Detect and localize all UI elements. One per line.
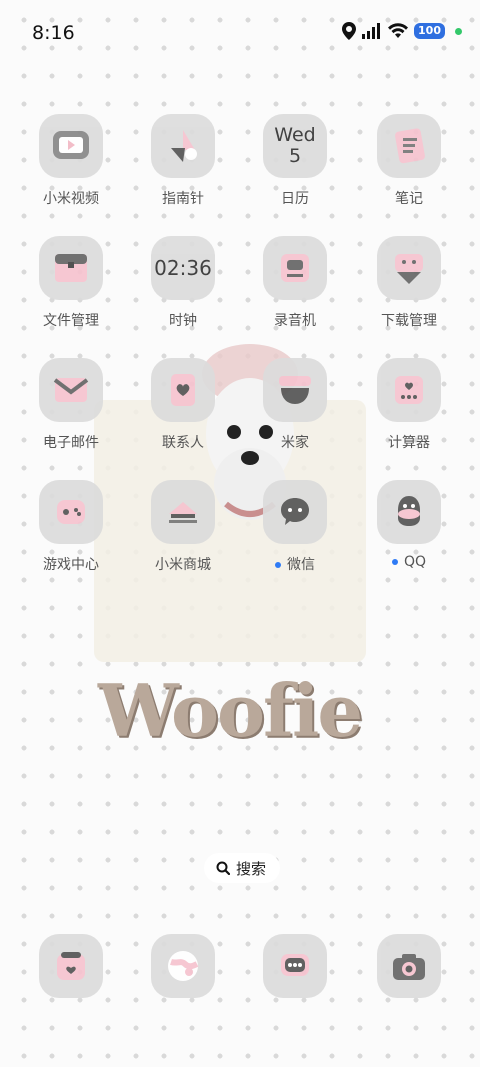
app-label: 录音机 [274,313,316,329]
battery-indicator: 100 [414,23,445,39]
search-icon [216,861,230,875]
woofie-letters: Woofie [98,668,363,753]
calendar-day: Wed [274,124,316,146]
app-calendar[interactable]: Wed 5 日历 [243,114,347,208]
download-icon [377,236,441,300]
app-notes[interactable]: 笔记 [357,114,461,208]
app-xiaomi-video[interactable]: 小米视频 [19,114,123,208]
wifi-icon [388,23,409,38]
app-label: 米家 [281,435,309,451]
dock-browser[interactable] [131,934,235,998]
app-xiaomi-store[interactable]: 小米商城 [131,480,235,574]
app-label-qq: QQ [357,554,461,570]
phone-icon [39,934,103,998]
app-label-text: QQ [403,554,427,570]
browser-icon [151,934,215,998]
app-clock[interactable]: 02:36 时钟 [131,236,235,330]
mail-icon [39,358,103,422]
folder-icon [39,236,103,300]
game-icon [39,480,103,544]
privacy-indicator [455,27,462,35]
video-icon [39,114,103,178]
app-download-manager[interactable]: 下载管理 [357,236,461,330]
search-label: 搜索 [236,859,267,878]
app-email[interactable]: 电子邮件 [19,358,123,452]
app-file-manager[interactable]: 文件管理 [19,236,123,330]
app-label: 时钟 [169,313,197,329]
notification-dot [391,559,398,565]
app-label: 电子邮件 [43,435,99,451]
mijia-icon [263,358,327,422]
dock-camera[interactable] [357,934,461,998]
notes-icon [377,114,441,178]
app-label: 日历 [281,191,309,207]
app-label: 下载管理 [381,313,437,329]
app-label: 计算器 [388,435,430,451]
app-label: 文件管理 [43,313,99,329]
store-icon [151,480,215,544]
camera-icon [377,934,441,998]
dock-phone[interactable] [19,934,123,998]
app-label: 联系人 [162,435,204,451]
compass-icon [151,114,215,178]
app-calculator[interactable]: 计算器 [357,358,461,452]
wallpaper-woofie-text: Woofie [98,668,363,753]
calendar-icon: Wed 5 [263,114,327,178]
app-mijia[interactable]: 米家 [243,358,347,452]
status-icons: 100 [342,22,462,40]
location-icon [342,22,357,40]
app-label-wechat: 微信 [243,554,347,574]
clock-time: 02:36 [154,256,212,280]
calculator-icon [377,358,441,422]
notification-dot [275,562,281,568]
contacts-icon [151,358,215,422]
app-label-text: 微信 [287,557,315,573]
app-wechat[interactable]: 微信 [243,480,347,574]
app-label: 小米视频 [43,191,99,207]
dock-messages[interactable] [243,934,347,998]
app-game-center[interactable]: 游戏中心 [19,480,123,574]
status-bar: 8:16 100 [0,0,480,66]
messages-icon [263,934,327,998]
app-compass[interactable]: 指南针 [131,114,235,208]
app-label: 指南针 [162,191,204,207]
status-time: 8:16 [32,22,75,44]
app-label: 笔记 [395,191,423,207]
qq-icon [377,480,441,544]
wechat-icon [263,480,327,544]
calendar-date: 5 [288,145,302,167]
app-label: 小米商城 [155,557,211,573]
app-label: 游戏中心 [43,557,99,573]
app-contacts[interactable]: 联系人 [131,358,235,452]
signal-icon [362,23,381,39]
recorder-icon [263,236,327,300]
search-button[interactable]: 搜索 [204,853,281,883]
clock-icon: 02:36 [151,236,215,300]
app-recorder[interactable]: 录音机 [243,236,347,330]
app-qq[interactable]: QQ [357,480,461,570]
